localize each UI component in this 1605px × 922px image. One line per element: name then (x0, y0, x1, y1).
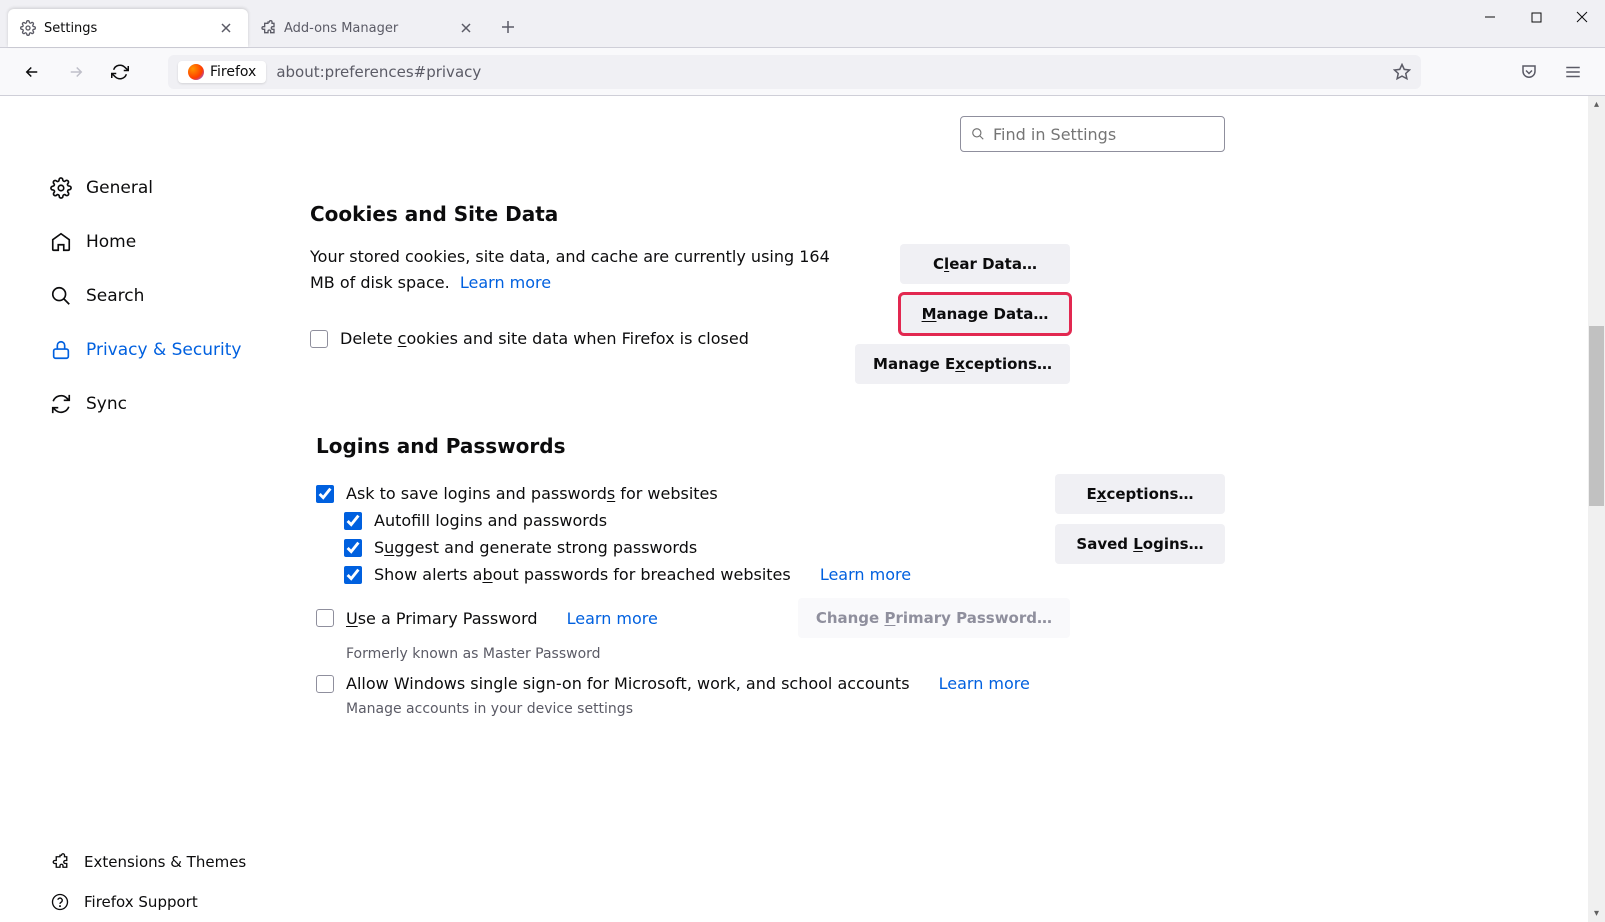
sidebar-item-general[interactable]: General (40, 166, 290, 210)
bookmark-star-icon[interactable] (1393, 63, 1411, 81)
section-heading: Logins and Passwords (316, 434, 1070, 458)
suggest-passwords-checkbox[interactable] (344, 539, 362, 557)
sidebar-item-home[interactable]: Home (40, 220, 290, 264)
cookies-section: Cookies and Site Data Your stored cookie… (310, 202, 1070, 384)
manage-exceptions-button[interactable]: Manage Exceptions… (855, 344, 1070, 384)
tab-label: Settings (44, 21, 208, 36)
gear-icon (50, 177, 72, 199)
suggest-passwords-row[interactable]: Suggest and generate strong passwords (344, 538, 1070, 557)
pocket-button[interactable] (1513, 56, 1545, 88)
close-window-button[interactable] (1559, 0, 1605, 34)
sidebar-item-label: General (86, 178, 153, 198)
maximize-button[interactable] (1513, 0, 1559, 34)
tab-label: Add-ons Manager (284, 21, 448, 36)
url-bar[interactable]: Firefox about:preferences#privacy (168, 55, 1421, 89)
saved-logins-button[interactable]: Saved Logins… (1055, 524, 1225, 564)
primary-password-checkbox[interactable] (316, 609, 334, 627)
windows-sso-row[interactable]: Allow Windows single sign-on for Microso… (316, 674, 1070, 693)
footer-label: Firefox Support (84, 893, 198, 911)
cookies-description: Your stored cookies, site data, and cach… (310, 244, 850, 295)
ask-save-passwords-checkbox[interactable] (316, 485, 334, 503)
sidebar-item-label: Privacy & Security (86, 340, 241, 360)
identity-box[interactable]: Firefox (178, 61, 266, 83)
password-exceptions-button[interactable]: Exceptions… (1055, 474, 1225, 514)
app-menu-button[interactable] (1557, 56, 1589, 88)
tab-settings[interactable]: Settings (8, 9, 248, 47)
sync-icon (50, 393, 72, 415)
forward-button[interactable] (60, 56, 92, 88)
learn-more-link[interactable]: Learn more (820, 565, 911, 584)
close-icon[interactable] (456, 18, 476, 38)
settings-search-input[interactable] (993, 125, 1214, 144)
primary-password-note: Formerly known as Master Password (346, 646, 1070, 662)
gear-icon (20, 20, 36, 36)
search-icon (971, 127, 985, 141)
checkbox-label: Ask to save logins and passwords for web… (346, 484, 718, 503)
window-controls (1467, 0, 1605, 40)
scrollbar[interactable]: ▴ ▾ (1588, 96, 1605, 922)
windows-sso-checkbox[interactable] (316, 675, 334, 693)
checkbox-label: Allow Windows single sign-on for Microso… (346, 674, 910, 693)
section-heading: Cookies and Site Data (310, 202, 1070, 226)
reload-button[interactable] (104, 56, 136, 88)
back-button[interactable] (16, 56, 48, 88)
sidebar-item-sync[interactable]: Sync (40, 382, 290, 426)
clear-data-button[interactable]: Clear Data… (900, 244, 1070, 284)
learn-more-link[interactable]: Learn more (567, 609, 658, 628)
close-icon[interactable] (216, 18, 236, 38)
sidebar-item-privacy[interactable]: Privacy & Security (40, 328, 290, 372)
puzzle-icon (50, 852, 70, 872)
checkbox-label: Show alerts about passwords for breached… (374, 565, 791, 584)
footer-label: Extensions & Themes (84, 853, 246, 871)
delete-cookies-checkbox-row[interactable]: Delete cookies and site data when Firefo… (310, 329, 850, 348)
learn-more-link[interactable]: Learn more (939, 674, 1030, 693)
content-area: General Home Search Privacy & Security S… (0, 96, 1605, 922)
sidebar-footer-support[interactable]: Firefox Support (40, 882, 290, 922)
change-primary-password-button[interactable]: Change Primary Password… (798, 598, 1070, 638)
sidebar-footer-extensions[interactable]: Extensions & Themes (40, 842, 290, 882)
breach-alerts-checkbox[interactable] (344, 566, 362, 584)
primary-password-row[interactable]: Use a Primary Password Learn more (316, 609, 658, 628)
help-icon (50, 892, 70, 912)
breach-alerts-row[interactable]: Show alerts about passwords for breached… (344, 565, 1070, 584)
learn-more-link[interactable]: Learn more (460, 273, 551, 292)
lock-icon (50, 339, 72, 361)
puzzle-icon (260, 20, 276, 36)
sidebar: General Home Search Privacy & Security S… (0, 96, 290, 922)
sso-note: Manage accounts in your device settings (346, 701, 1070, 717)
manage-data-button[interactable]: Manage Data… (900, 294, 1070, 334)
scroll-up-icon[interactable]: ▴ (1588, 96, 1605, 113)
checkbox-label: Use a Primary Password (346, 609, 538, 628)
scroll-thumb[interactable] (1589, 326, 1604, 506)
sidebar-item-search[interactable]: Search (40, 274, 290, 318)
delete-cookies-checkbox[interactable] (310, 330, 328, 348)
ask-save-passwords-row[interactable]: Ask to save logins and passwords for web… (316, 484, 1070, 503)
checkbox-label: Delete cookies and site data when Firefo… (340, 329, 749, 348)
logins-section: Logins and Passwords Ask to save logins … (310, 434, 1070, 729)
sidebar-item-label: Sync (86, 394, 127, 414)
identity-label: Firefox (210, 64, 256, 80)
tab-bar: Settings Add-ons Manager (0, 0, 1605, 48)
autofill-row[interactable]: Autofill logins and passwords (344, 511, 1070, 530)
minimize-button[interactable] (1467, 0, 1513, 34)
checkbox-label: Autofill logins and passwords (374, 511, 607, 530)
checkbox-label: Suggest and generate strong passwords (374, 538, 697, 557)
sidebar-item-label: Search (86, 286, 144, 306)
new-tab-button[interactable] (492, 11, 524, 43)
firefox-logo-icon (188, 64, 204, 80)
search-icon (50, 285, 72, 307)
sidebar-item-label: Home (86, 232, 136, 252)
url-text: about:preferences#privacy (276, 63, 481, 81)
settings-search[interactable] (960, 116, 1225, 152)
settings-main: Cookies and Site Data Your stored cookie… (290, 96, 1605, 922)
home-icon (50, 231, 72, 253)
autofill-checkbox[interactable] (344, 512, 362, 530)
toolbar: Firefox about:preferences#privacy (0, 48, 1605, 96)
tab-addons[interactable]: Add-ons Manager (248, 9, 488, 47)
scroll-down-icon[interactable]: ▾ (1588, 905, 1605, 922)
